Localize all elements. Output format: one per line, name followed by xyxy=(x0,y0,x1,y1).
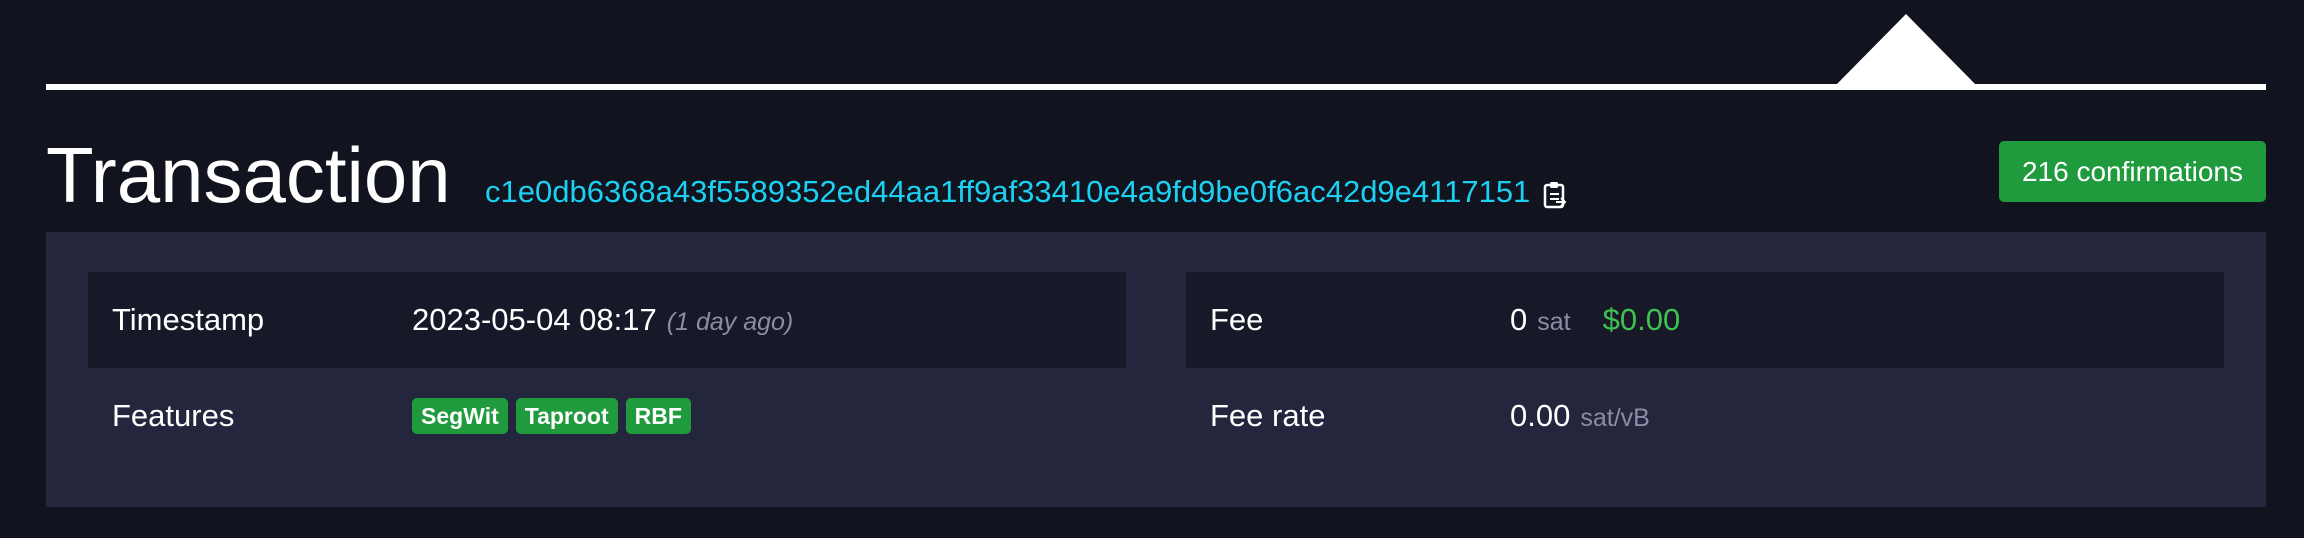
clipboard-icon[interactable] xyxy=(1542,180,1568,210)
features-row: Features SegWit Taproot RBF xyxy=(88,368,1126,464)
txid-link[interactable]: c1e0db6368a43f5589352ed44aa1ff9af33410e4… xyxy=(485,174,1530,210)
features-label: Features xyxy=(112,398,235,433)
feature-tag-taproot[interactable]: Taproot xyxy=(515,398,618,434)
page-title: Transaction xyxy=(46,131,451,219)
timestamp-value: 2023-05-04 08:17 xyxy=(412,302,657,337)
timestamp-label: Timestamp xyxy=(112,302,265,337)
txid-row: c1e0db6368a43f5589352ed44aa1ff9af33410e4… xyxy=(485,170,1568,214)
timestamp-relative: (1 day ago) xyxy=(666,308,794,336)
fee-row: Fee 0 sat $0.00 xyxy=(1186,272,2224,368)
transaction-details-panel: Timestamp 2023-05-04 08:17 (1 day ago) F… xyxy=(46,232,2266,507)
fee-label: Fee xyxy=(1210,302,1264,337)
fee-rate-value: 0.00 xyxy=(1510,398,1571,433)
fee-rate-value-group: 0.00 sat/vB xyxy=(1510,398,1650,434)
fee-rate-row: Fee rate 0.00 sat/vB xyxy=(1186,368,2224,464)
feature-tag-rbf[interactable]: RBF xyxy=(625,398,691,434)
fee-unit: sat xyxy=(1537,308,1571,336)
pointer-arrow xyxy=(1835,14,1977,86)
feature-tag-segwit[interactable]: SegWit xyxy=(412,398,508,434)
fee-usd: $0.00 xyxy=(1602,302,1681,337)
details-left-column: Timestamp 2023-05-04 08:17 (1 day ago) F… xyxy=(88,272,1126,464)
timestamp-value-group: 2023-05-04 08:17 (1 day ago) xyxy=(412,302,793,338)
fee-rate-unit: sat/vB xyxy=(1580,404,1650,432)
fee-value: 0 xyxy=(1510,302,1528,337)
features-tags: SegWit Taproot RBF xyxy=(412,398,691,434)
fee-rate-label: Fee rate xyxy=(1210,398,1326,433)
timestamp-row: Timestamp 2023-05-04 08:17 (1 day ago) xyxy=(88,272,1126,368)
details-right-column: Fee 0 sat $0.00 Fee rate 0.00 sat/vB xyxy=(1186,272,2224,464)
fee-value-group: 0 sat $0.00 xyxy=(1510,302,1680,338)
confirmations-badge: 216 confirmations xyxy=(1999,141,2266,202)
